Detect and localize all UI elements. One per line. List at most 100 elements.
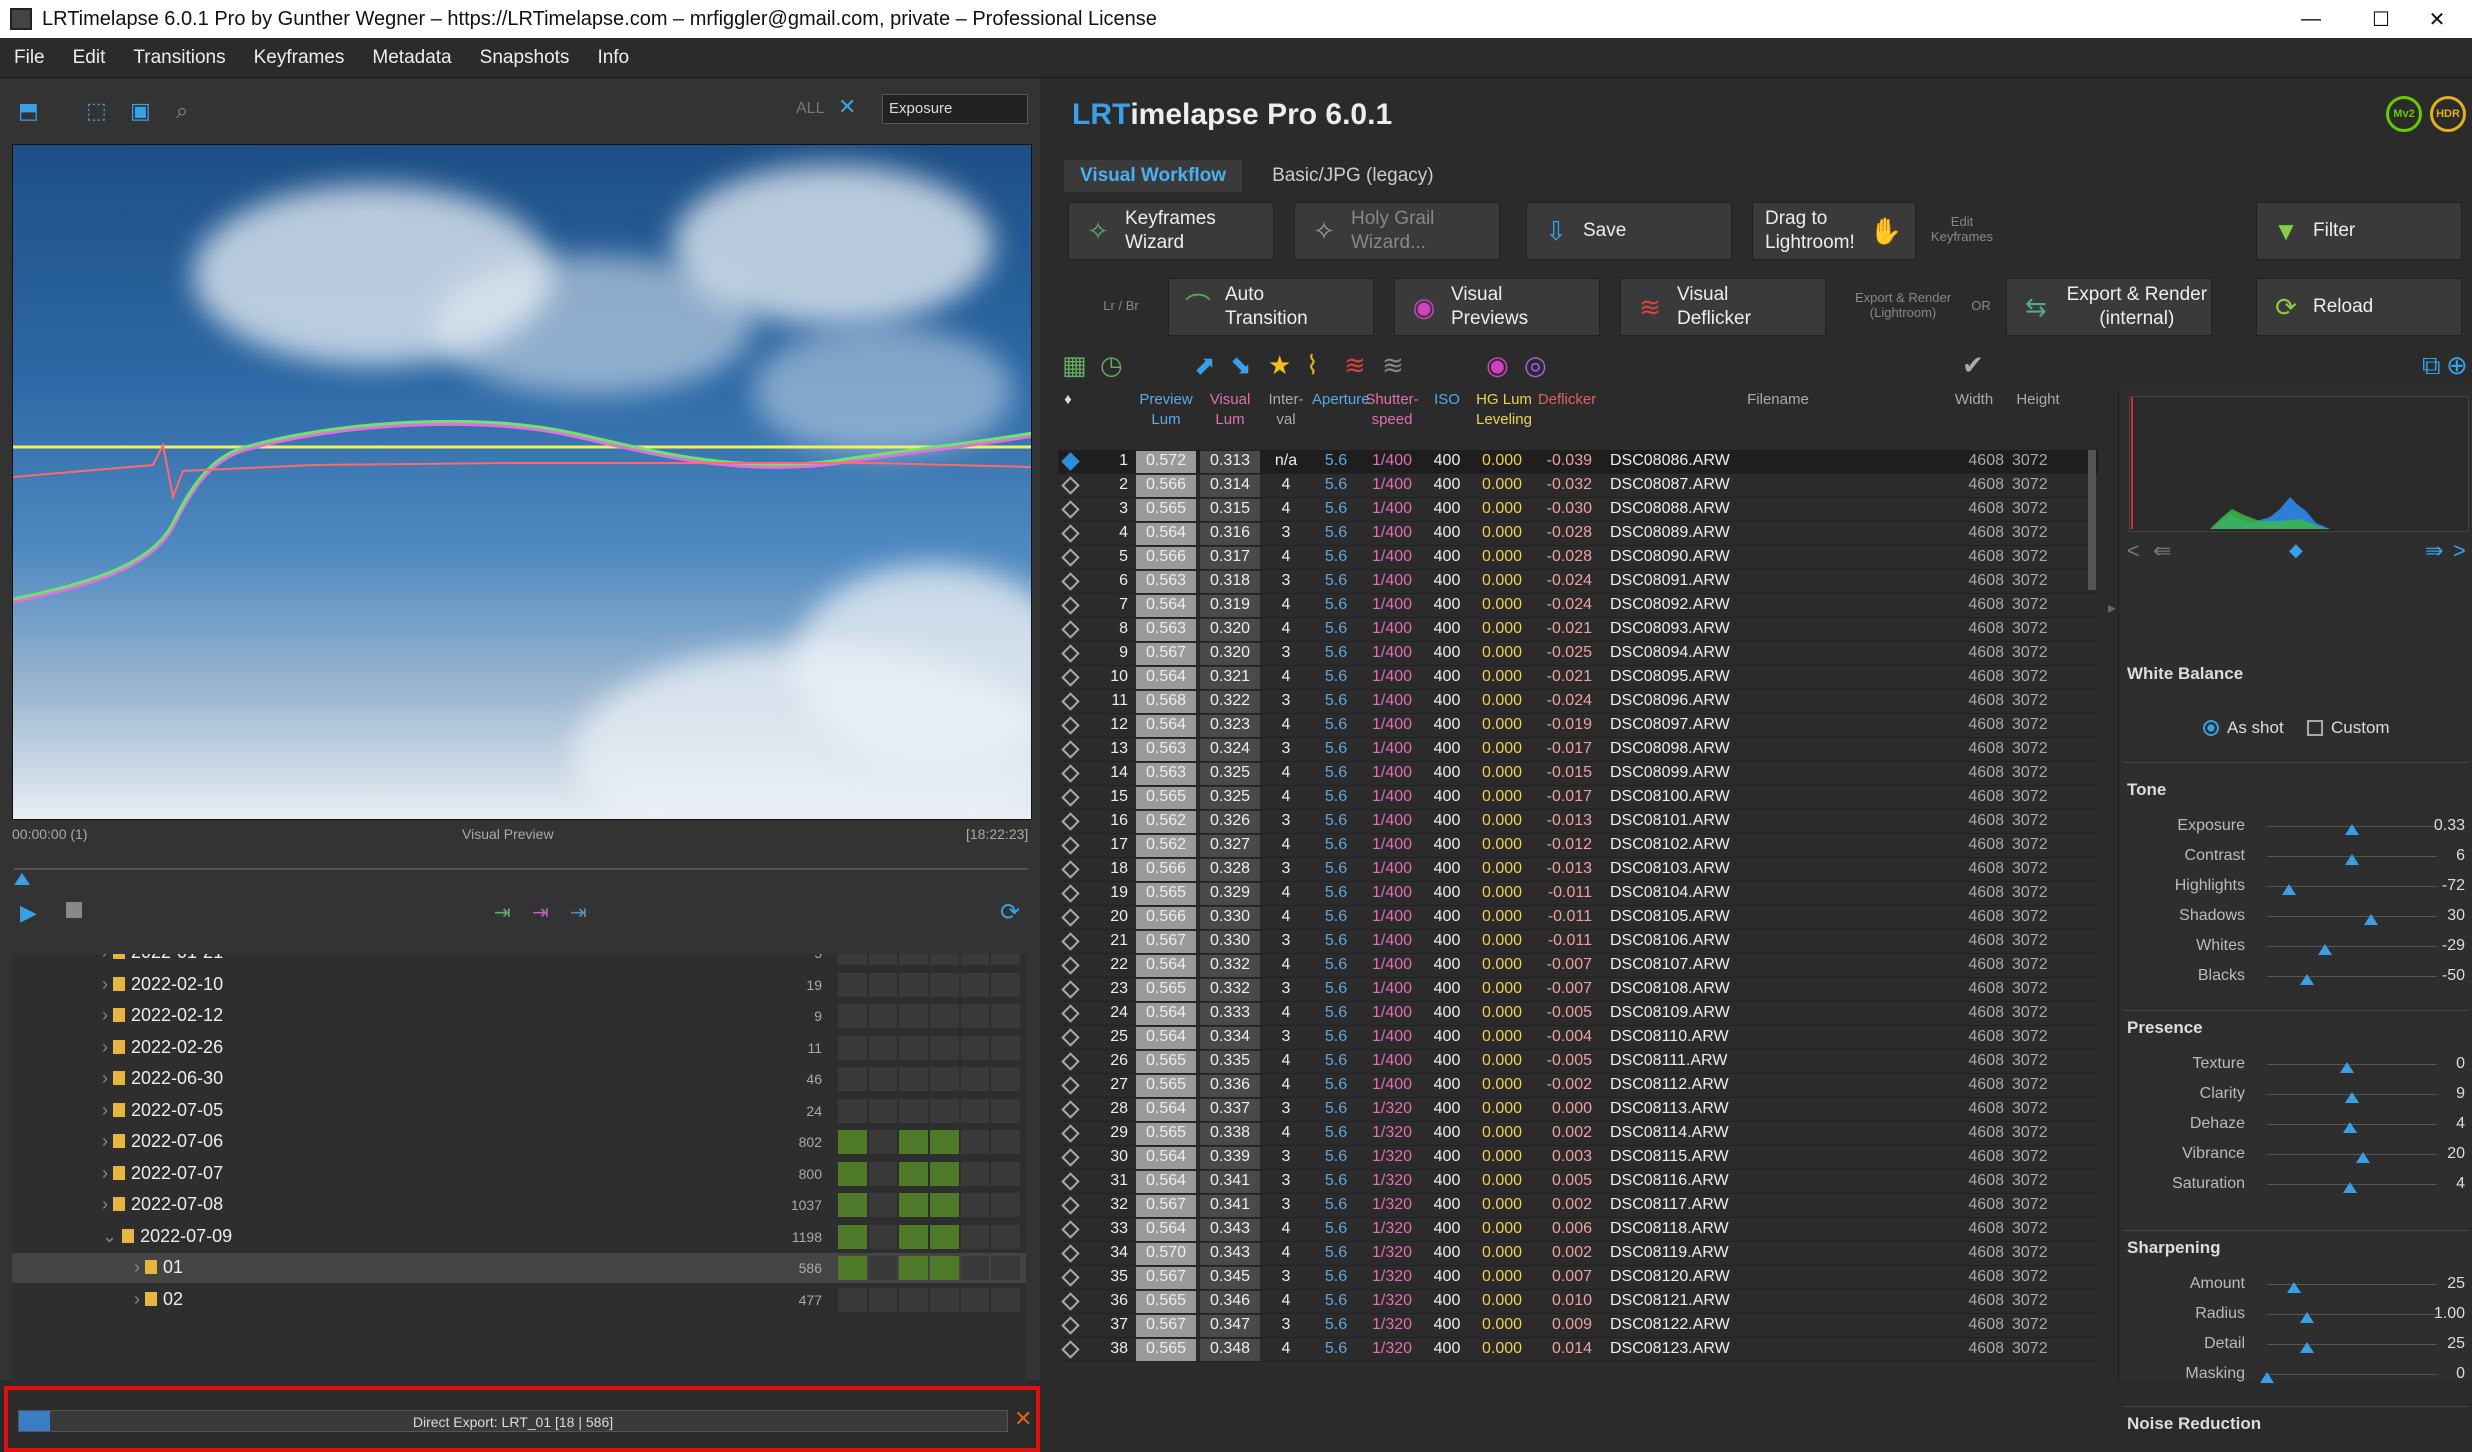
tab-visual-workflow[interactable]: Visual Workflow <box>1064 160 1243 192</box>
keyframe-diamond-icon[interactable] <box>1061 1124 1080 1143</box>
minimize-button[interactable]: — <box>2276 0 2346 38</box>
folder-row[interactable]: › 2022-02-10 19 <box>12 970 1026 1000</box>
jump-keyframe-icon[interactable]: ⇥ <box>532 900 549 925</box>
keyframe-diamond-icon[interactable] <box>1061 764 1080 783</box>
filter-button[interactable]: ▼ Filter <box>2256 202 2462 260</box>
slider-value[interactable]: 25 <box>2409 1275 2465 1293</box>
redo-icon[interactable]: > <box>2453 538 2466 564</box>
expand-chevron-icon[interactable]: › <box>102 1005 113 1025</box>
custom-checkbox[interactable]: Custom <box>2307 718 2390 738</box>
zoom-icon[interactable]: ⌕ <box>176 98 188 124</box>
keyframe-diamond-icon[interactable] <box>1061 572 1080 591</box>
slider-value[interactable]: 25 <box>2409 1335 2465 1353</box>
keyframe-diamond-icon[interactable]: ◆ <box>2289 540 2303 561</box>
keyframe-diamond-icon[interactable] <box>1061 1052 1080 1071</box>
table-row[interactable]: 32 0.567 0.341 3 5.6 1/320 400 0.000 0.002 DSC081… <box>1058 1194 2098 1218</box>
keyframe-diamond-icon[interactable] <box>1061 1148 1080 1167</box>
keyframe-diamond-icon[interactable] <box>1061 980 1080 999</box>
drag-to-lightroom-button[interactable]: Drag to Lightroom! ✋ <box>1752 202 1916 260</box>
keyframe-diamond-icon[interactable] <box>1061 788 1080 807</box>
cancel-export-icon[interactable]: ✕ <box>1014 1406 1032 1432</box>
slider-thumb[interactable] <box>2340 1062 2354 1073</box>
keyframe-diamond-icon[interactable] <box>1061 452 1080 471</box>
expand-chevron-icon[interactable]: › <box>102 1068 113 1088</box>
jump-start-icon[interactable]: ⇥ <box>494 900 511 925</box>
slider-value[interactable]: 0 <box>2409 1365 2465 1383</box>
keyframe-diamond-icon[interactable] <box>1061 1196 1080 1215</box>
table-row[interactable]: 9 0.567 0.320 3 5.6 1/400 400 0.000 -0.025 DSC080… <box>1058 642 2098 666</box>
folder-row[interactable]: › 02 477 <box>12 1285 1026 1315</box>
curve-toggle-icon[interactable]: ✕ <box>838 94 856 120</box>
table-row[interactable]: 36 0.565 0.346 4 5.6 1/320 400 0.000 0.010 DSC081… <box>1058 1290 2098 1314</box>
table-row[interactable]: 4 0.564 0.316 3 5.6 1/400 400 0.000 -0.028 DSC080… <box>1058 522 2098 546</box>
expand-chevron-icon[interactable]: › <box>134 1289 145 1309</box>
menu-info[interactable]: Info <box>583 47 643 69</box>
folder-row[interactable]: › 2022-07-07 800 <box>12 1159 1026 1189</box>
slider-thumb[interactable] <box>2344 824 2359 835</box>
menu-metadata[interactable]: Metadata <box>358 47 465 69</box>
image-icon[interactable]: ▣ <box>130 98 151 124</box>
close-button[interactable]: ✕ <box>2402 0 2472 38</box>
col-aperture[interactable]: Aperture <box>1312 390 1370 410</box>
keyframe-diamond-icon[interactable] <box>1061 716 1080 735</box>
keyframe-diamond-icon[interactable] <box>1061 644 1080 663</box>
table-row[interactable]: 34 0.570 0.343 4 5.6 1/320 400 0.000 0.002 DSC081… <box>1058 1242 2098 1266</box>
table-row[interactable]: 6 0.563 0.318 3 5.6 1/400 400 0.000 -0.024 DSC080… <box>1058 570 2098 594</box>
curve-selector[interactable]: Exposure <box>882 94 1028 124</box>
slider-value[interactable]: 0 <box>2409 1055 2465 1073</box>
keyframe-diamond-icon[interactable] <box>1061 932 1080 951</box>
table-row[interactable]: 29 0.565 0.338 4 5.6 1/320 400 0.000 0.002 DSC081… <box>1058 1122 2098 1146</box>
table-row[interactable]: 24 0.564 0.333 4 5.6 1/400 400 0.000 -0.005 DSC08… <box>1058 1002 2098 1026</box>
table-row[interactable]: 33 0.564 0.343 4 5.6 1/320 400 0.000 0.006 DSC081… <box>1058 1218 2098 1242</box>
expand-chevron-icon[interactable]: › <box>102 1100 113 1120</box>
keyframe-diamond-icon[interactable] <box>1061 1244 1080 1263</box>
slider-value[interactable]: -72 <box>2409 877 2465 895</box>
holy-grail-wizard-button[interactable]: ✧ Holy Grail Wizard... <box>1294 202 1500 260</box>
timeline-track[interactable] <box>14 868 1028 870</box>
slider-value[interactable]: 30 <box>2409 907 2465 925</box>
menu-edit[interactable]: Edit <box>59 47 120 69</box>
expand-chevron-icon[interactable]: ⌄ <box>102 1226 122 1246</box>
keyframe-diamond-icon[interactable] <box>1061 1100 1080 1119</box>
expand-chevron-icon[interactable]: › <box>102 974 113 994</box>
stop-icon[interactable] <box>66 902 82 918</box>
slider-value[interactable]: 6 <box>2409 847 2465 865</box>
table-row[interactable]: 11 0.568 0.322 3 5.6 1/400 400 0.000 -0.024 DSC08… <box>1058 690 2098 714</box>
table-row[interactable]: 12 0.564 0.323 4 5.6 1/400 400 0.000 -0.019 DSC08… <box>1058 714 2098 738</box>
slider-thumb[interactable] <box>2260 1372 2274 1383</box>
undo-icon[interactable]: < <box>2127 538 2140 564</box>
table-row[interactable]: 31 0.564 0.341 3 5.6 1/320 400 0.000 0.005 DSC081… <box>1058 1170 2098 1194</box>
panel-collapse-icon[interactable]: ▸ <box>2108 598 2116 618</box>
clock-icon[interactable]: ◷ <box>1100 350 1123 381</box>
slider-value[interactable]: 1.00 <box>2409 1305 2465 1323</box>
table-row[interactable]: 25 0.564 0.334 3 5.6 1/400 400 0.000 -0.004 DSC08… <box>1058 1026 2098 1050</box>
preview-tool-icon[interactable]: ◉ <box>1486 350 1509 381</box>
table-row[interactable]: 35 0.567 0.345 3 5.6 1/320 400 0.000 0.007 DSC081… <box>1058 1266 2098 1290</box>
expand-chevron-icon[interactable]: › <box>102 1131 113 1151</box>
copy-icon[interactable]: ⧉ <box>2422 350 2441 382</box>
keyframe-diamond-icon[interactable] <box>1061 956 1080 975</box>
table-row[interactable]: 13 0.563 0.324 3 5.6 1/400 400 0.000 -0.017 DSC08… <box>1058 738 2098 762</box>
as-shot-radio[interactable]: As shot <box>2203 718 2284 738</box>
keyframe-diamond-icon[interactable] <box>1061 500 1080 519</box>
timeline-thumb[interactable] <box>14 873 30 885</box>
keyframe-diamond-icon[interactable] <box>1061 476 1080 495</box>
folder-row[interactable]: › 2022-02-26 11 <box>12 1033 1026 1063</box>
keyframe-diamond-icon[interactable] <box>1061 1172 1080 1191</box>
col-filename[interactable]: Filename <box>1688 390 1868 410</box>
folder-row[interactable]: › 2022-06-30 46 <box>12 1064 1026 1094</box>
keyframe-diamond-icon[interactable] <box>1061 884 1080 903</box>
folder-row[interactable]: › 2022-01-21 5 <box>12 954 1026 968</box>
reset-icon[interactable]: ⇚ <box>2153 538 2171 564</box>
save-button[interactable]: ⇩ Save <box>1526 202 1732 260</box>
download-icon[interactable]: ⊕ <box>2446 350 2468 381</box>
keyframe-diamond-icon[interactable] <box>1061 740 1080 759</box>
keyframe-diamond-icon[interactable] <box>1061 1316 1080 1335</box>
table-row[interactable]: 26 0.565 0.335 4 5.6 1/400 400 0.000 -0.005 DSC08… <box>1058 1050 2098 1074</box>
slider-value[interactable]: -29 <box>2409 937 2465 955</box>
keyframes-wizard-button[interactable]: ✧ Keyframes Wizard <box>1068 202 1274 260</box>
preview-compare-icon[interactable]: ◎ <box>1524 350 1547 381</box>
table-row[interactable]: 10 0.564 0.321 4 5.6 1/400 400 0.000 -0.021 DSC08… <box>1058 666 2098 690</box>
folder-row[interactable]: › 2022-07-05 24 <box>12 1096 1026 1126</box>
slider-thumb[interactable] <box>2364 914 2378 925</box>
